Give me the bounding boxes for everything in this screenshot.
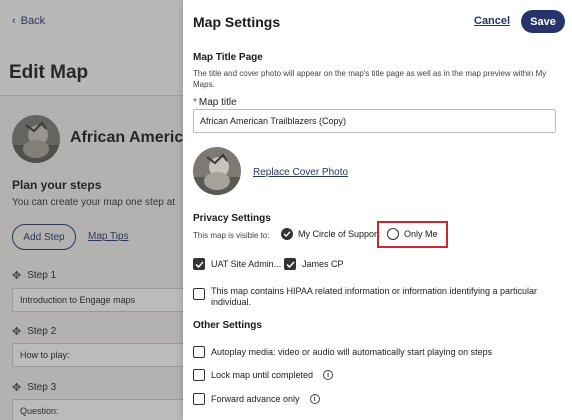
checkbox-unchecked-icon bbox=[193, 346, 205, 358]
title-page-description: The title and cover photo will appear on… bbox=[193, 69, 547, 89]
checkbox-james-cp[interactable]: James CP bbox=[284, 258, 344, 270]
radio-my-circle-of-support[interactable]: My Circle of Support bbox=[281, 228, 380, 240]
checkbox-lock-map[interactable]: Lock map until completed i bbox=[193, 369, 334, 381]
checkbox-autoplay[interactable]: Autoplay media: video or audio will auto… bbox=[193, 346, 492, 358]
checkbox-hipaa[interactable]: This map contains HIPAA related informat… bbox=[193, 286, 558, 308]
cancel-button[interactable]: Cancel bbox=[474, 15, 510, 27]
info-icon[interactable]: i bbox=[323, 370, 334, 380]
map-title-label: * Map title bbox=[193, 97, 237, 108]
cover-photo bbox=[193, 147, 241, 195]
drawer-title: Map Settings bbox=[193, 14, 281, 30]
checkbox-unchecked-icon bbox=[193, 288, 205, 300]
title-page-heading: Map Title Page bbox=[193, 52, 263, 63]
checkbox-uat-site-admin[interactable]: UAT Site Admin... bbox=[193, 258, 281, 270]
info-icon[interactable]: i bbox=[309, 394, 320, 404]
other-settings-heading: Other Settings bbox=[193, 320, 262, 331]
checkbox-unchecked-icon bbox=[193, 369, 205, 381]
visibility-label: This map is visible to: bbox=[193, 231, 270, 240]
save-button[interactable]: Save bbox=[521, 10, 565, 33]
checkbox-checked-icon bbox=[284, 258, 296, 270]
map-settings-drawer: Map Settings Cancel Save Map Title Page … bbox=[183, 0, 572, 420]
checkbox-forward-advance[interactable]: Forward advance only i bbox=[193, 393, 320, 405]
map-title-input[interactable] bbox=[193, 109, 556, 133]
checkbox-unchecked-icon bbox=[193, 393, 205, 405]
required-mark: * bbox=[193, 97, 197, 108]
replace-cover-photo-link[interactable]: Replace Cover Photo bbox=[253, 167, 348, 178]
radio-checked-icon bbox=[281, 228, 293, 240]
highlight-annotation bbox=[377, 221, 448, 248]
checkbox-checked-icon bbox=[193, 258, 205, 270]
privacy-heading: Privacy Settings bbox=[193, 213, 271, 224]
